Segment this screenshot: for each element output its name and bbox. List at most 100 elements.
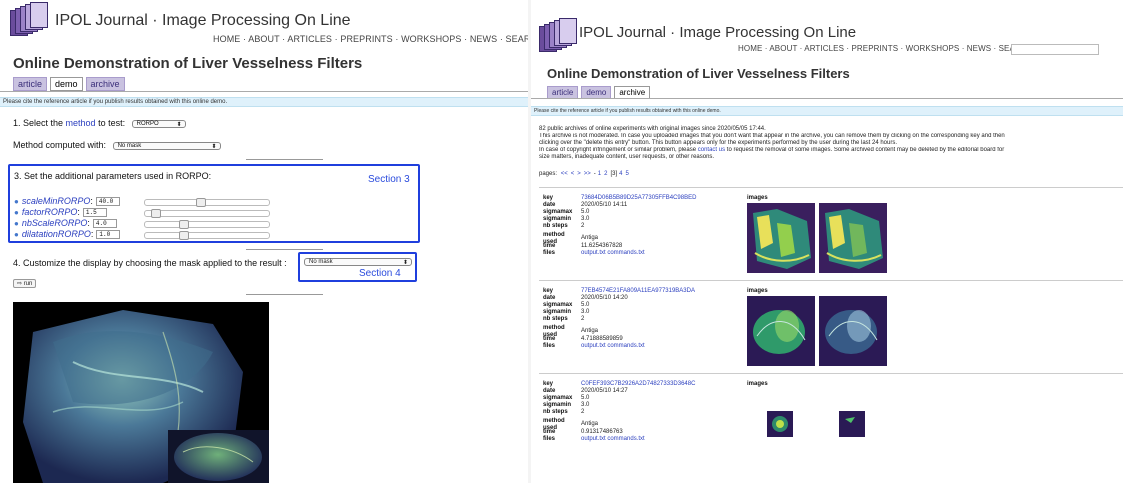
field-value-files[interactable]: output.txt commands.txt: [581, 250, 645, 257]
param-name[interactable]: nbScaleRORPO: [22, 218, 88, 228]
archive-page: IPOL Journal · Image Processing On Line …: [531, 0, 1123, 483]
contact-us-link[interactable]: contact us: [698, 147, 725, 153]
field-value-sigmamin: 3.0: [581, 309, 590, 315]
field-label-sigmamax: sigmamax: [543, 302, 573, 308]
nav-home[interactable]: HOME: [213, 34, 240, 44]
nav-workshops[interactable]: WORKSHOPS: [906, 44, 960, 53]
field-value-files[interactable]: output.txt commands.txt: [581, 343, 645, 350]
archive-copyright-line: In case of copyright infringement or sim…: [539, 147, 1123, 154]
param-colon: :: [90, 196, 93, 206]
mask-select[interactable]: No mask ⬍: [304, 258, 412, 266]
nav-news[interactable]: NEWS: [470, 34, 497, 44]
field-value-date: 2020/05/10 14:11: [581, 202, 628, 208]
nav-about[interactable]: ABOUT: [248, 34, 279, 44]
result-thumbnail[interactable]: [819, 203, 887, 273]
param-colon: :: [90, 229, 94, 239]
field-label-sigmamin: sigmamin: [543, 402, 572, 408]
method-link[interactable]: method: [66, 118, 96, 128]
nav-about[interactable]: ABOUT: [769, 44, 797, 53]
field-label-key: key: [543, 288, 554, 294]
field-value-key[interactable]: C0FEF393C7B2926A2D74827333D3648C: [581, 381, 695, 388]
field-label-date: date: [543, 295, 556, 301]
field-label-sigmamax: sigmamax: [543, 395, 573, 401]
field-value-time: 11.6254367828: [581, 243, 623, 249]
top-nav: HOME · ABOUT · ARTICLES · PREPRINTS · WO…: [738, 44, 1033, 53]
step-3-title: 3. Set the additional parameters used in…: [14, 171, 212, 181]
param-slider[interactable]: [144, 209, 270, 218]
slider-knob[interactable]: [179, 220, 189, 229]
param-value-input[interactable]: 4.0: [92, 218, 117, 228]
search-input[interactable]: [1011, 44, 1099, 55]
field-value-method_used: Antiga: [581, 328, 599, 334]
nav-search[interactable]: SEARCH: [506, 34, 528, 44]
nav-home[interactable]: HOME: [738, 44, 762, 53]
method-select[interactable]: RORPO ⬍: [131, 119, 186, 128]
param-colon: :: [87, 218, 90, 228]
run-button[interactable]: ⇨ run: [13, 279, 37, 288]
tab-archive[interactable]: archive: [85, 77, 125, 91]
ipol-logo[interactable]: [539, 18, 581, 54]
mask-select-value: No mask: [309, 259, 333, 265]
param-name[interactable]: factorRORPO: [22, 207, 78, 217]
computed-with-value: No mask: [117, 142, 142, 149]
field-value-key[interactable]: 77EB4574E21FA809A11EA977319BA3DA: [581, 288, 695, 295]
param-value-input[interactable]: 40.0: [95, 196, 120, 206]
page-link[interactable]: 5: [625, 171, 628, 177]
field-value-key[interactable]: 73684D06B5B89D25A77305FFB4C98BED: [581, 195, 696, 202]
nav-workshops[interactable]: WORKSHOPS: [401, 34, 461, 44]
param-row-factorRORPO: ● factorRORPO:1.5: [14, 207, 107, 217]
page-title: Online Demonstration of Liver Vesselness…: [547, 66, 850, 81]
slider-knob[interactable]: [179, 231, 189, 240]
computed-with-select[interactable]: No mask ⬍: [112, 141, 221, 150]
field-value-files[interactable]: output.txt commands.txt: [581, 436, 645, 443]
result-thumbnail[interactable]: [747, 389, 815, 459]
page-link[interactable]: 1: [598, 171, 601, 177]
nav-articles[interactable]: ARTICLES: [804, 44, 844, 53]
param-slider[interactable]: [144, 220, 270, 229]
param-slider[interactable]: [144, 231, 270, 240]
result-visualization: [13, 302, 269, 483]
vessel-render-image: [23, 310, 269, 483]
nav-news[interactable]: NEWS: [967, 44, 991, 53]
result-thumbnail[interactable]: [819, 296, 887, 366]
field-value-time: 0.91317486763: [581, 429, 623, 435]
param-colon: :: [77, 207, 80, 217]
result-thumbnail[interactable]: [747, 296, 815, 366]
field-label-sigmamin: sigmamin: [543, 216, 572, 222]
field-label-files: files: [543, 436, 556, 442]
entry-separator: [539, 280, 1123, 281]
param-value-input[interactable]: 1.5: [82, 207, 107, 217]
field-label-time: time: [543, 429, 556, 435]
run-icon: ⇨: [17, 281, 23, 287]
field-label-time: time: [543, 336, 556, 342]
nav-articles[interactable]: ARTICLES: [287, 34, 332, 44]
slider-knob[interactable]: [196, 198, 206, 207]
page-link[interactable]: 4: [619, 171, 622, 177]
tab-underline: [531, 98, 1123, 99]
tab-demo[interactable]: demo: [50, 77, 83, 91]
field-label-date: date: [543, 388, 556, 394]
param-name[interactable]: scaleMinRORPO: [22, 196, 91, 206]
page-link[interactable]: 2: [604, 171, 607, 177]
param-name[interactable]: dilatationRORPO: [22, 229, 91, 239]
nav-preprints[interactable]: PREPRINTS: [851, 44, 898, 53]
step-4-text: 4. Customize the display by choosing the…: [13, 258, 287, 268]
computed-with-label: Method computed with:: [13, 140, 107, 150]
result-thumbnail[interactable]: [747, 203, 815, 273]
result-thumbnail[interactable]: [819, 389, 887, 459]
tab-underline: [0, 91, 528, 92]
param-value-input[interactable]: 1.0: [96, 229, 121, 239]
page-link[interactable]: >: [577, 171, 581, 177]
param-slider[interactable]: [144, 198, 270, 207]
tab-article[interactable]: article: [13, 77, 48, 91]
cite-notice: Please cite the reference article if you…: [0, 97, 528, 107]
page-link[interactable]: >>: [584, 171, 591, 177]
entry-separator: [539, 373, 1123, 374]
page-link[interactable]: <: [571, 171, 575, 177]
ipol-logo[interactable]: [10, 2, 52, 38]
field-label-key: key: [543, 195, 554, 201]
tab-bar: article demo archive: [13, 77, 125, 91]
slider-knob[interactable]: [151, 209, 161, 218]
nav-preprints[interactable]: PREPRINTS: [340, 34, 392, 44]
page-link[interactable]: <<: [561, 171, 568, 177]
